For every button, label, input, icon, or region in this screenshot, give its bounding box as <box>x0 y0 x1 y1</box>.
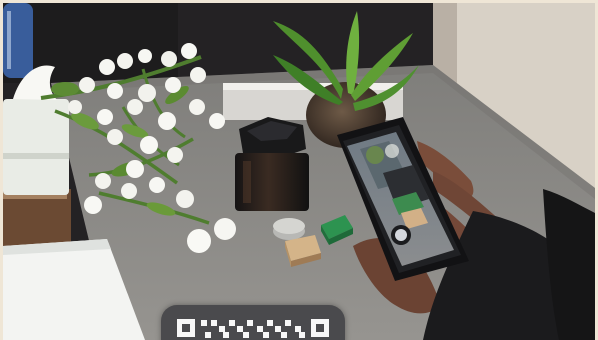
black-perfume-bottle <box>235 117 309 211</box>
photo-frame <box>3 3 595 340</box>
water-bottle <box>3 3 33 78</box>
photo-scene <box>3 3 595 340</box>
qr-code-icon <box>177 319 329 338</box>
qr-code-badge[interactable] <box>161 305 345 340</box>
silver-block <box>273 218 305 240</box>
